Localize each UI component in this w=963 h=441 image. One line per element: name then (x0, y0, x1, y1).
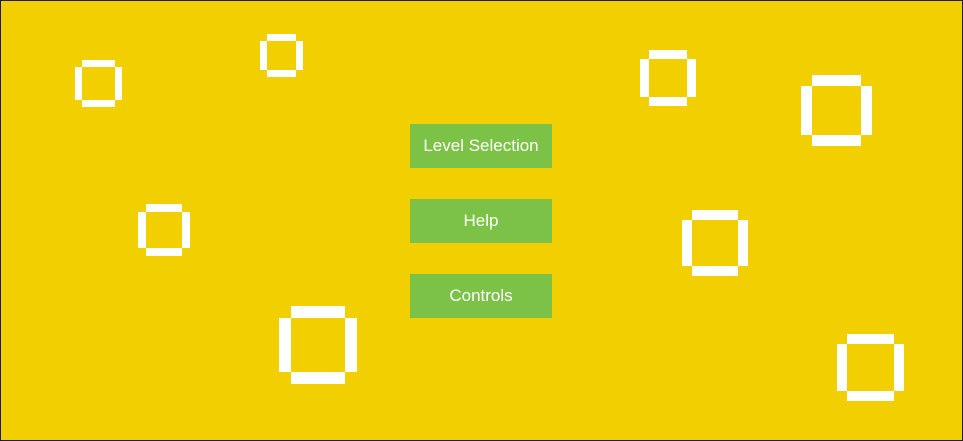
help-button[interactable]: Help (410, 199, 552, 243)
controls-button[interactable]: Controls (410, 274, 552, 318)
level-selection-button[interactable]: Level Selection (410, 124, 552, 168)
main-menu-screen: Level Selection Help Controls (1, 1, 962, 440)
